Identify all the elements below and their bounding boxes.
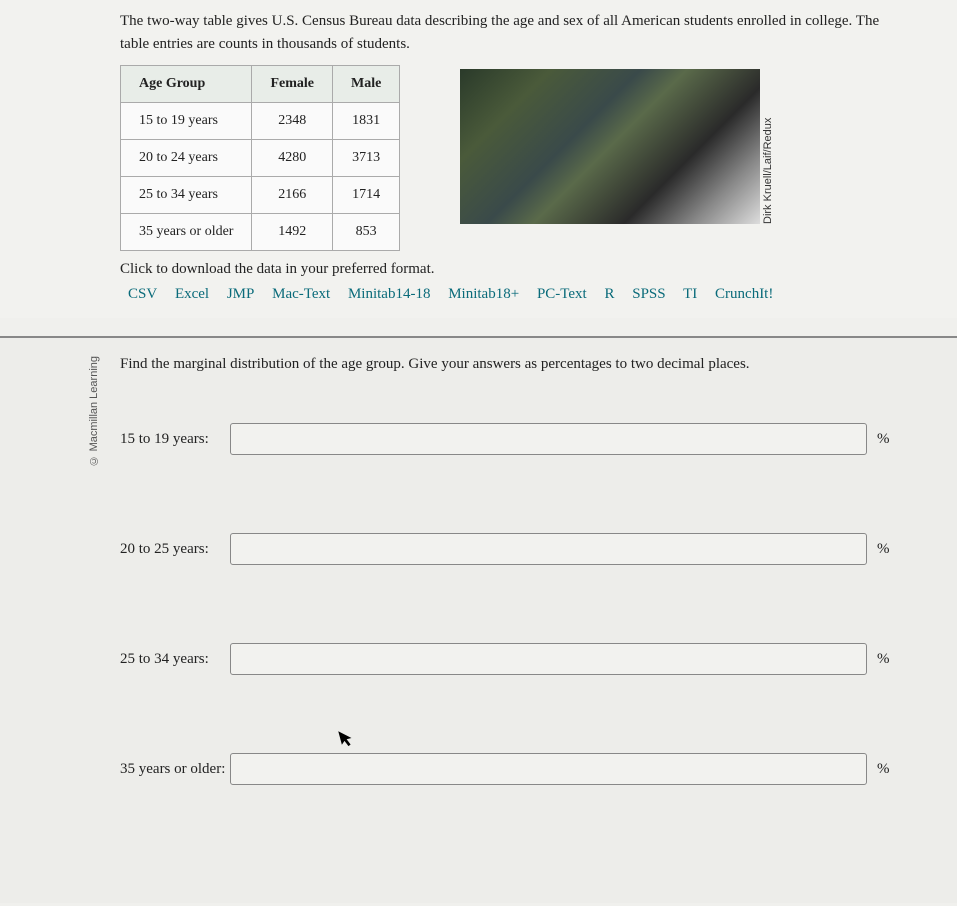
download-link-pctext[interactable]: PC-Text (537, 286, 587, 302)
copyright-text: © Macmillan Learning (88, 356, 100, 466)
row-male: 1831 (333, 103, 400, 140)
table-image-row: Age Group Female Male 15 to 19 years 234… (120, 65, 897, 251)
row-female: 4280 (252, 140, 333, 177)
answer-unit: % (877, 651, 897, 668)
header-female: Female (252, 66, 333, 103)
answer-input-25-34[interactable] (230, 643, 867, 675)
download-link-csv[interactable]: CSV (128, 286, 157, 302)
download-link-mactext[interactable]: Mac-Text (272, 286, 330, 302)
answer-input-15-19[interactable] (230, 423, 867, 455)
row-label: 35 years or older (121, 214, 252, 251)
table-row: 20 to 24 years 4280 3713 (121, 140, 400, 177)
row-label: 20 to 24 years (121, 140, 252, 177)
question-text: Find the marginal distribution of the ag… (120, 356, 897, 373)
students-photo (460, 69, 760, 224)
download-prompt: Click to download the data in your prefe… (120, 261, 897, 278)
row-label: 15 to 19 years (121, 103, 252, 140)
answer-row-35-plus: 35 years or older: % (120, 753, 897, 785)
cursor-icon (337, 726, 359, 754)
illustration-image-container: Dirk Kruell/Laif/Redux (460, 69, 760, 224)
row-male: 3713 (333, 140, 400, 177)
answer-row-15-19: 15 to 19 years: % (120, 423, 897, 455)
row-male: 1714 (333, 177, 400, 214)
answer-label: 35 years or older: (120, 761, 230, 778)
answer-label: 20 to 25 years: (120, 541, 230, 558)
row-male: 853 (333, 214, 400, 251)
header-age-group: Age Group (121, 66, 252, 103)
download-link-minitab14[interactable]: Minitab14-18 (348, 286, 431, 302)
answer-unit: % (877, 761, 897, 778)
row-female: 1492 (252, 214, 333, 251)
header-male: Male (333, 66, 400, 103)
answer-unit: % (877, 431, 897, 448)
download-link-minitab18[interactable]: Minitab18+ (448, 286, 519, 302)
download-link-r[interactable]: R (604, 286, 614, 302)
intro-line-1: The two-way table gives U.S. Census Bure… (120, 13, 852, 29)
answer-row-25-34: 25 to 34 years: % (120, 643, 897, 675)
census-data-table: Age Group Female Male 15 to 19 years 234… (120, 65, 400, 251)
download-links: CSV Excel JMP Mac-Text Minitab14-18 Mini… (120, 286, 897, 303)
download-link-jmp[interactable]: JMP (227, 286, 255, 302)
answer-input-20-25[interactable] (230, 533, 867, 565)
table-row: 35 years or older 1492 853 (121, 214, 400, 251)
answer-label: 25 to 34 years: (120, 651, 230, 668)
download-link-ti[interactable]: TI (683, 286, 697, 302)
answer-section: © Macmillan Learning Find the marginal d… (0, 338, 957, 903)
download-link-crunchit[interactable]: CrunchIt! (715, 286, 773, 302)
answer-unit: % (877, 541, 897, 558)
table-row: 25 to 34 years 2166 1714 (121, 177, 400, 214)
row-female: 2348 (252, 103, 333, 140)
answer-row-20-25: 20 to 25 years: % (120, 533, 897, 565)
answer-label: 15 to 19 years: (120, 431, 230, 448)
image-credit: Dirk Kruell/Laif/Redux (762, 69, 774, 224)
download-link-spss[interactable]: SPSS (632, 286, 665, 302)
download-link-excel[interactable]: Excel (175, 286, 209, 302)
intro-text: The two-way table gives U.S. Census Bure… (120, 10, 897, 55)
table-row: 15 to 19 years 2348 1831 (121, 103, 400, 140)
row-label: 25 to 34 years (121, 177, 252, 214)
row-female: 2166 (252, 177, 333, 214)
problem-statement-section: The two-way table gives U.S. Census Bure… (0, 0, 957, 318)
answer-input-35-plus[interactable] (230, 753, 867, 785)
